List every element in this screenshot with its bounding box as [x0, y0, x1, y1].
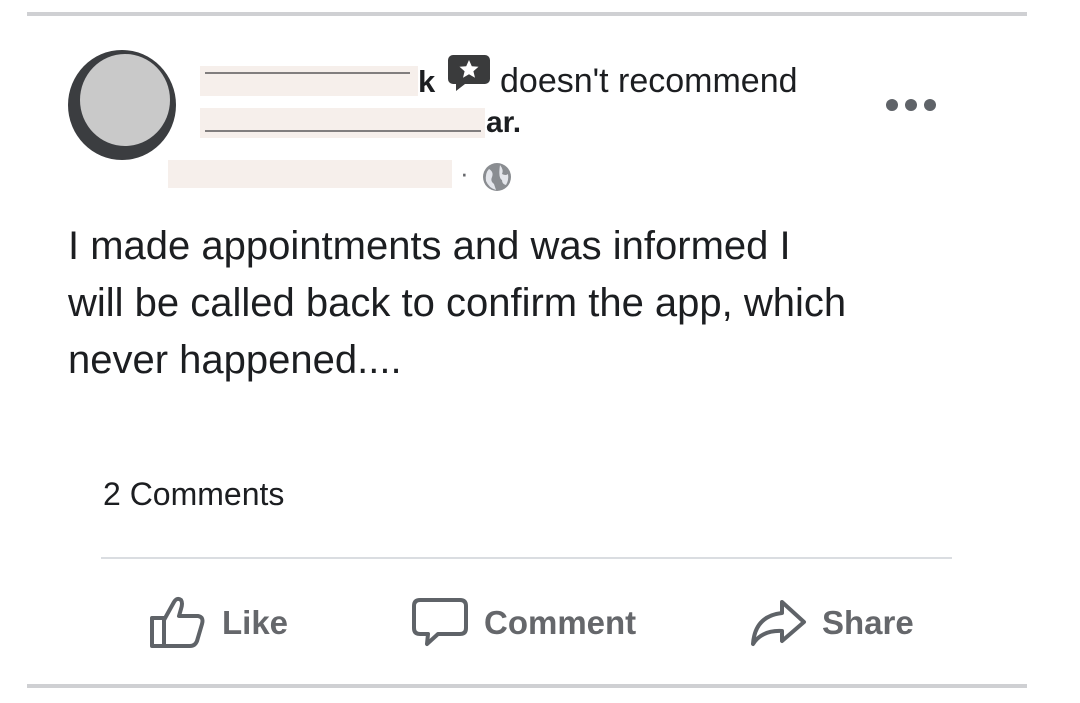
share-arrow-icon	[751, 600, 806, 646]
timestamp-redacted[interactable]	[168, 160, 452, 188]
post-body-line: I made appointments and was informed I	[68, 224, 791, 268]
post-body-line: never happened....	[68, 338, 402, 382]
page-name-suffix[interactable]: ar.	[486, 108, 521, 138]
thumbs-up-icon	[150, 596, 205, 648]
bottom-border	[27, 684, 1027, 688]
page-name-redaction-edge	[205, 130, 481, 132]
comment-bubble-icon	[412, 598, 468, 646]
comment-label: Comment	[484, 603, 637, 641]
recommend-action-text: doesn't recommend	[500, 62, 798, 100]
avatar-redaction	[80, 54, 170, 146]
post-body-line: will be called back to confirm the app, …	[68, 281, 847, 325]
share-button[interactable]: Share	[748, 588, 914, 656]
divider	[101, 557, 952, 559]
more-options-icon[interactable]	[884, 95, 938, 115]
like-label: Like	[222, 603, 289, 641]
avatar[interactable]	[68, 50, 176, 160]
globe-icon	[483, 163, 511, 191]
speech-bubble-star-icon	[448, 55, 490, 91]
page-name-redacted[interactable]	[200, 108, 485, 138]
comment-button[interactable]: Comment	[410, 588, 636, 656]
author-name-redacted[interactable]	[200, 66, 418, 96]
top-border	[27, 12, 1027, 16]
like-button[interactable]: Like	[148, 588, 288, 656]
post-body: I made appointments and was informed I w…	[68, 218, 968, 389]
meta-separator: ·	[460, 158, 469, 188]
share-label: Share	[822, 603, 914, 641]
author-name-redaction-edge	[205, 72, 410, 74]
comments-count-link[interactable]: 2 Comments	[103, 478, 284, 510]
author-name-suffix[interactable]: k	[418, 66, 435, 97]
